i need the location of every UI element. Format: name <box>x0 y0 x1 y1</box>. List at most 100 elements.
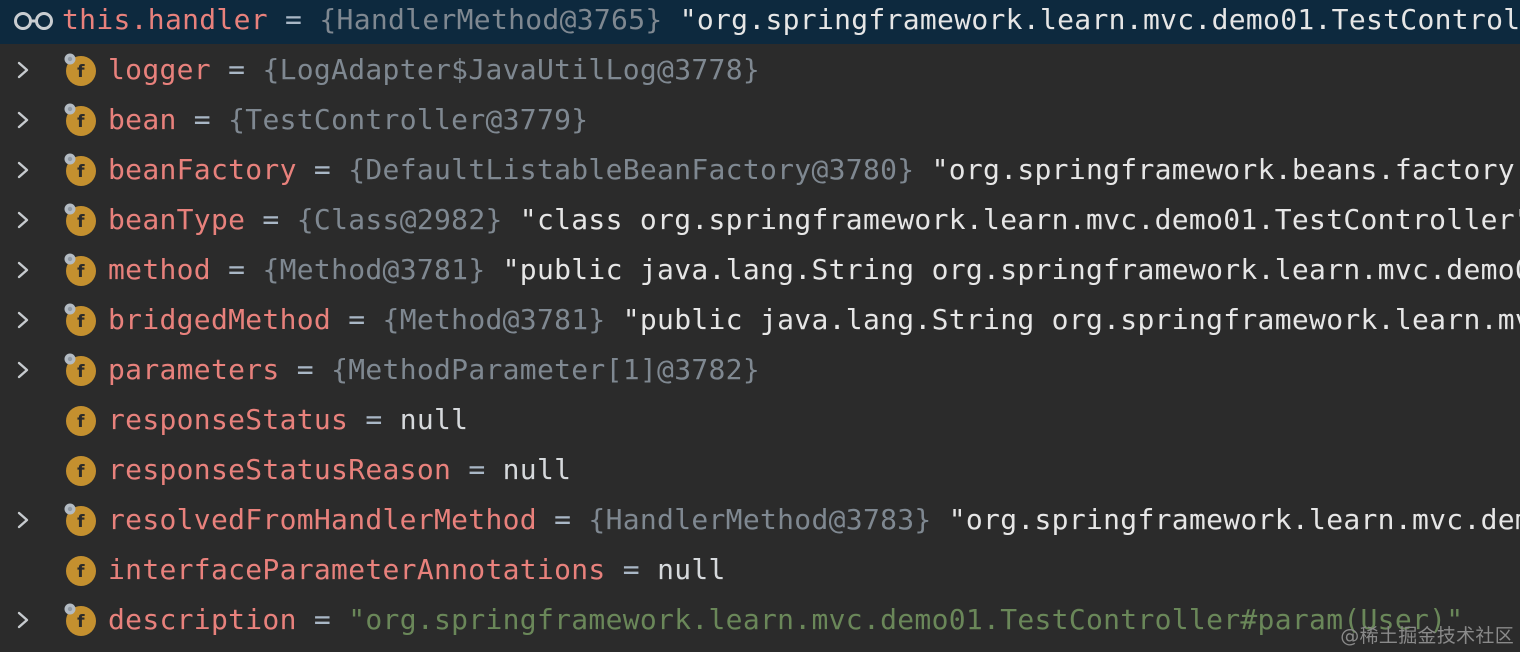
chevron-right-icon[interactable] <box>16 60 30 80</box>
field-name: interfaceParameterAnnotations <box>108 553 606 586</box>
field-expression: responseStatus = null <box>108 395 468 445</box>
field-equals: = <box>279 353 332 386</box>
svg-text:f: f <box>77 162 85 182</box>
svg-text:f: f <box>77 362 85 382</box>
svg-text:f: f <box>77 512 85 532</box>
field-expression: logger = {LogAdapter$JavaUtilLog@3778} <box>108 45 760 95</box>
field-row[interactable]: f logger = {LogAdapter$JavaUtilLog@3778} <box>0 45 1520 95</box>
field-value: null <box>502 453 572 486</box>
chevron-right-icon[interactable] <box>16 110 30 130</box>
field-row[interactable]: f interfaceParameterAnnotations = null <box>0 545 1520 595</box>
field-equals: = <box>331 303 383 336</box>
field-icon: f <box>64 253 96 286</box>
svg-text:f: f <box>77 62 85 82</box>
field-value: null <box>399 403 469 436</box>
svg-text:f: f <box>77 112 85 132</box>
field-value: "class org.springframework.learn.mvc.dem… <box>502 203 1520 236</box>
field-reference: {MethodParameter[1]@3782} <box>331 353 760 386</box>
field-row[interactable]: f beanFactory = {DefaultListableBeanFacto… <box>0 145 1520 195</box>
field-row[interactable]: f responseStatus = null <box>0 395 1520 445</box>
field-equals: = <box>176 103 229 136</box>
field-expression: beanFactory = {DefaultListableBeanFactor… <box>108 145 1520 195</box>
field-icon: f <box>64 53 96 86</box>
field-equals: = <box>605 553 658 586</box>
field-row[interactable]: f resolvedFromHandlerMethod = {HandlerMet… <box>0 495 1520 545</box>
field-row[interactable]: f method = {Method@3781} "public java.lan… <box>0 245 1520 295</box>
field-reference: {DefaultListableBeanFactory@3780} <box>348 153 915 186</box>
chevron-right-icon[interactable] <box>16 260 30 280</box>
field-reference: {TestController@3779} <box>228 103 589 136</box>
field-name: bridgedMethod <box>108 303 332 336</box>
field-reference: {LogAdapter$JavaUtilLog@3778} <box>262 53 761 86</box>
field-name: beanType <box>108 203 246 236</box>
field-icon: f <box>64 153 96 186</box>
field-expression: parameters = {MethodParameter[1]@3782} <box>108 345 760 395</box>
field-equals: = <box>210 253 263 286</box>
field-equals: = <box>296 603 349 636</box>
watch-value: "org.springframework.learn.mvc.demo01.Te… <box>662 3 1520 36</box>
field-icon: f <box>64 353 96 386</box>
field-equals: = <box>348 403 400 436</box>
field-expression: bean = {TestController@3779} <box>108 95 588 145</box>
field-name: method <box>108 253 211 286</box>
debugger-variables-panel: this.handler = {HandlerMethod@3765} "org… <box>0 0 1520 652</box>
field-expression: beanType = {Class@2982} "class org.sprin… <box>108 195 1520 245</box>
field-reference: {Method@3781} <box>262 253 486 286</box>
field-name: responseStatus <box>108 403 349 436</box>
field-expression: bridgedMethod = {Method@3781} "public ja… <box>108 295 1520 345</box>
svg-text:f: f <box>77 462 85 482</box>
field-row[interactable]: f bean = {TestController@3779} <box>0 95 1520 145</box>
field-reference: {HandlerMethod@3783} <box>588 503 932 536</box>
field-name: description <box>108 603 297 636</box>
watch-expression: this.handler = {HandlerMethod@3765} "org… <box>62 0 1520 40</box>
svg-text:f: f <box>77 612 85 632</box>
field-icon: f <box>66 556 96 586</box>
field-icon: f <box>66 406 96 436</box>
field-row[interactable]: f bridgedMethod = {Method@3781} "public j… <box>0 295 1520 345</box>
watermark: @稀土掘金技术社区 <box>1340 625 1514 647</box>
field-expression: responseStatusReason = null <box>108 445 571 495</box>
chevron-right-icon[interactable] <box>16 310 30 330</box>
field-icon: f <box>64 203 96 236</box>
field-name: parameters <box>108 353 280 386</box>
field-row[interactable]: f description = "org.springframework.lear… <box>0 595 1520 645</box>
field-equals: = <box>210 53 263 86</box>
chevron-right-icon[interactable] <box>16 360 30 380</box>
field-expression: interfaceParameterAnnotations = null <box>108 545 726 595</box>
field-icon: f <box>64 503 96 536</box>
field-name: responseStatusReason <box>108 453 452 486</box>
field-name: resolvedFromHandlerMethod <box>108 503 537 536</box>
field-name: logger <box>108 53 211 86</box>
field-icon: f <box>64 303 96 336</box>
svg-text:f: f <box>77 412 85 432</box>
field-expression: resolvedFromHandlerMethod = {HandlerMeth… <box>108 495 1520 545</box>
svg-text:f: f <box>77 212 85 232</box>
chevron-right-icon[interactable] <box>16 610 30 630</box>
chevron-right-icon[interactable] <box>16 160 30 180</box>
field-reference: {Method@3781} <box>382 303 606 336</box>
watch-equals: = <box>267 3 320 36</box>
watch-row-this-handler[interactable]: this.handler = {HandlerMethod@3765} "org… <box>0 0 1520 44</box>
field-equals: = <box>296 153 349 186</box>
chevron-right-icon[interactable] <box>16 510 30 530</box>
field-name: beanFactory <box>108 153 297 186</box>
field-equals: = <box>451 453 503 486</box>
field-row[interactable]: f responseStatusReason = null <box>0 445 1520 495</box>
field-equals: = <box>245 203 297 236</box>
field-name: bean <box>108 103 177 136</box>
field-row[interactable]: f beanType = {Class@2982} "class org.spri… <box>0 195 1520 245</box>
field-reference: {Class@2982} <box>296 203 503 236</box>
field-row[interactable]: f parameters = {MethodParameter[1]@3782} <box>0 345 1520 395</box>
field-value: "org.springframework.beans.factory.s <box>914 153 1520 186</box>
field-icon: f <box>64 603 96 636</box>
field-expression: method = {Method@3781} "public java.lang… <box>108 245 1520 295</box>
chevron-right-icon[interactable] <box>16 210 30 230</box>
svg-text:f: f <box>77 262 85 282</box>
field-expression: description = "org.springframework.learn… <box>108 595 1463 645</box>
field-value: "public java.lang.String org.springframe… <box>485 253 1520 286</box>
field-value: "org.springframework.learn.mvc.demo <box>931 503 1520 536</box>
field-icon: f <box>66 456 96 486</box>
field-icon: f <box>64 103 96 136</box>
svg-text:f: f <box>77 312 85 332</box>
field-value: "org.springframework.learn.mvc.demo01.Te… <box>348 603 1464 636</box>
